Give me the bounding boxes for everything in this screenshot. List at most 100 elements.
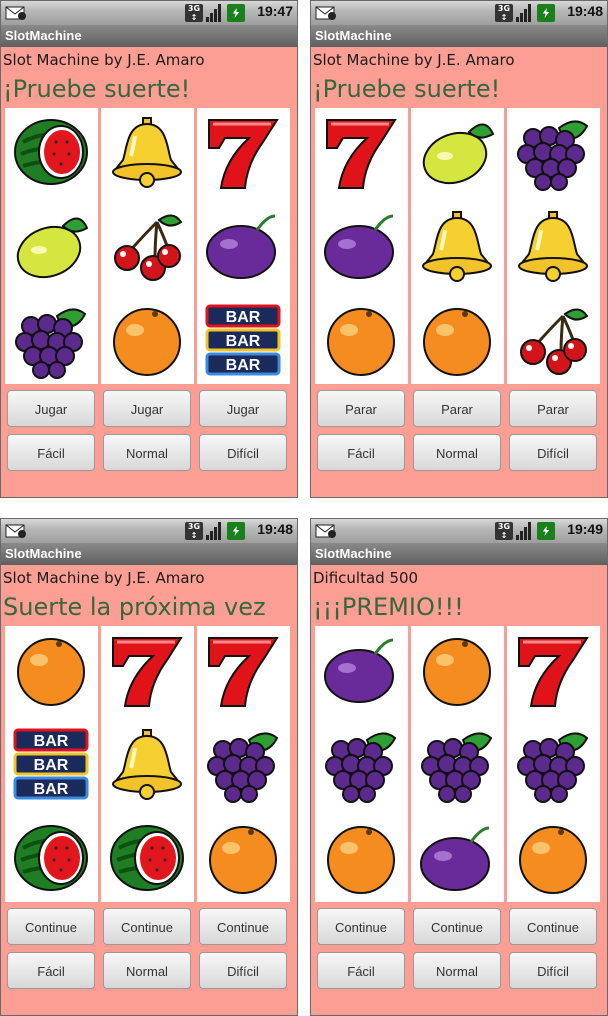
reel-1 — [5, 108, 98, 384]
bar-icon: BAR BAR BAR — [11, 724, 91, 804]
plum-icon — [203, 206, 283, 286]
reel-2-action-button[interactable]: Jugar — [103, 390, 191, 427]
watermelon-icon — [107, 818, 187, 898]
reel-1-action-button[interactable]: Continue — [7, 908, 95, 945]
3g-icon: 3G ↕ — [185, 4, 203, 22]
easy-difficulty-button[interactable]: Fácil — [317, 952, 405, 989]
battery-icon — [227, 522, 245, 540]
status-bar: 3G ↕ 19:49 — [311, 519, 607, 544]
battery-icon — [537, 4, 555, 22]
seven-icon — [203, 630, 283, 710]
reel-1: BAR BAR BAR — [5, 626, 98, 902]
grapes-icon — [321, 724, 401, 804]
orange-icon — [321, 300, 401, 380]
reel-3 — [507, 108, 600, 384]
bar-icon: BAR BAR BAR — [203, 300, 283, 380]
reel-3-action-button[interactable]: Parar — [509, 390, 597, 427]
reel-3-action-button[interactable]: Continue — [199, 908, 287, 945]
phone-screen-2: 3G ↕ 19:48 SlotMachine Slot Machine by J.… — [310, 0, 608, 498]
reel-1 — [315, 626, 408, 902]
reel-1-action-button[interactable]: Jugar — [7, 390, 95, 427]
status-bar: 3G ↕ 19:47 — [1, 1, 297, 26]
svg-text:BAR: BAR — [226, 357, 261, 374]
seven-icon — [513, 630, 593, 710]
seven-icon — [203, 112, 283, 192]
plum-icon — [321, 206, 401, 286]
signal-icon — [516, 4, 534, 22]
reel-2 — [411, 626, 504, 902]
hard-difficulty-button[interactable]: Difícil — [199, 434, 287, 471]
status-bar: 3G ↕ 19:48 — [311, 1, 607, 26]
reel-1-action-button[interactable]: Continue — [317, 908, 405, 945]
svg-text:BAR: BAR — [34, 733, 69, 750]
normal-difficulty-button[interactable]: Normal — [413, 434, 501, 471]
status-message: ¡Pruebe suerte! — [3, 75, 191, 103]
svg-text:BAR: BAR — [226, 333, 261, 350]
plum-icon — [417, 818, 497, 898]
mail-icon — [315, 524, 336, 538]
svg-text:BAR: BAR — [34, 757, 69, 774]
reel-2 — [101, 108, 194, 384]
lemon-icon — [11, 206, 91, 286]
clock: 19:48 — [567, 3, 603, 19]
subtitle-text: Slot Machine by J.E. Amaro — [313, 51, 515, 69]
plum-icon — [321, 630, 401, 710]
battery-icon — [227, 4, 245, 22]
cherry-icon — [513, 300, 593, 380]
phone-screen-3: 3G ↕ 19:48 SlotMachine Slot Machine by J.… — [0, 518, 298, 1016]
reel-2 — [411, 108, 504, 384]
reel-3 — [507, 626, 600, 902]
reel-1-action-button[interactable]: Parar — [317, 390, 405, 427]
normal-difficulty-button[interactable]: Normal — [103, 952, 191, 989]
subtitle-text: Slot Machine by J.E. Amaro — [3, 569, 205, 587]
app-title: SlotMachine — [1, 543, 297, 565]
phone-screen-1: 3G ↕ 19:47 SlotMachine Slot Machine by J.… — [0, 0, 298, 498]
hard-difficulty-button[interactable]: Difícil — [509, 434, 597, 471]
subtitle-text: Dificultad 500 — [313, 569, 419, 587]
reel-3-action-button[interactable]: Continue — [509, 908, 597, 945]
grapes-icon — [513, 112, 593, 192]
subtitle-text: Slot Machine by J.E. Amaro — [3, 51, 205, 69]
cherry-icon — [107, 206, 187, 286]
svg-text:BAR: BAR — [226, 309, 261, 326]
orange-icon — [321, 818, 401, 898]
reel-1 — [315, 108, 408, 384]
hard-difficulty-button[interactable]: Difícil — [199, 952, 287, 989]
status-message: ¡Pruebe suerte! — [313, 75, 501, 103]
normal-difficulty-button[interactable]: Normal — [103, 434, 191, 471]
bell-icon — [107, 112, 187, 192]
status-message: Suerte la próxima vez — [3, 593, 266, 621]
signal-icon — [516, 522, 534, 540]
3g-icon: 3G ↕ — [495, 4, 513, 22]
3g-icon: 3G ↕ — [185, 522, 203, 540]
svg-text:BAR: BAR — [34, 781, 69, 798]
app-title: SlotMachine — [311, 25, 607, 47]
reel-3-action-button[interactable]: Jugar — [199, 390, 287, 427]
mail-icon — [5, 524, 26, 538]
reel-2-action-button[interactable]: Continue — [103, 908, 191, 945]
reel-3 — [197, 626, 290, 902]
reel-2-action-button[interactable]: Continue — [413, 908, 501, 945]
bell-icon — [513, 206, 593, 286]
orange-icon — [417, 300, 497, 380]
normal-difficulty-button[interactable]: Normal — [413, 952, 501, 989]
easy-difficulty-button[interactable]: Fácil — [7, 952, 95, 989]
mail-icon — [315, 6, 336, 20]
lemon-icon — [417, 112, 497, 192]
easy-difficulty-button[interactable]: Fácil — [317, 434, 405, 471]
clock: 19:48 — [257, 521, 293, 537]
bell-icon — [107, 724, 187, 804]
clock: 19:47 — [257, 3, 293, 19]
reel-2-action-button[interactable]: Parar — [413, 390, 501, 427]
bell-icon — [417, 206, 497, 286]
3g-icon: 3G ↕ — [495, 522, 513, 540]
battery-icon — [537, 522, 555, 540]
orange-icon — [513, 818, 593, 898]
status-message: ¡¡¡PREMIO!!! — [313, 593, 464, 621]
orange-icon — [203, 818, 283, 898]
phone-screen-4: 3G ↕ 19:49 SlotMachine Dificultad 500 ¡¡¡… — [310, 518, 608, 1016]
hard-difficulty-button[interactable]: Difícil — [509, 952, 597, 989]
seven-icon — [321, 112, 401, 192]
app-title: SlotMachine — [1, 25, 297, 47]
easy-difficulty-button[interactable]: Fácil — [7, 434, 95, 471]
